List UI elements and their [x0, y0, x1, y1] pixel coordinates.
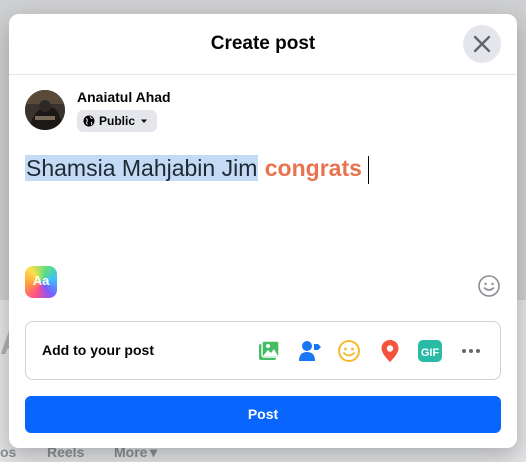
dialog-header: Create post: [9, 14, 517, 75]
post-text: congrats: [264, 155, 362, 181]
background-color-label: Aa: [32, 273, 50, 288]
user-name: Anaiatul Ahad: [77, 89, 171, 105]
add-to-post-label: Add to your post: [42, 342, 154, 358]
globe-icon: [83, 115, 95, 127]
close-icon: [473, 35, 491, 53]
more-icon[interactable]: [458, 338, 484, 364]
background-color-button[interactable]: Aa: [25, 266, 57, 298]
svg-text:GIF: GIF: [421, 347, 440, 359]
caret-down-icon: [141, 119, 148, 123]
privacy-label: Public: [99, 114, 136, 128]
privacy-selector[interactable]: Public: [77, 110, 158, 132]
tag-people-icon[interactable]: [297, 338, 323, 364]
text-caret: [367, 155, 370, 184]
photo-video-icon[interactable]: [255, 338, 281, 364]
location-icon[interactable]: [377, 338, 403, 364]
gif-icon[interactable]: GIF: [417, 338, 443, 364]
avatar[interactable]: [25, 90, 65, 130]
dialog-title: Create post: [210, 33, 316, 54]
feeling-icon[interactable]: [336, 338, 362, 364]
close-button[interactable]: [463, 25, 501, 63]
create-post-dialog: Create post Anaiatul Ahad Public Shamsia…: [9, 14, 517, 448]
add-to-post-panel: Add to your post GIF: [25, 321, 501, 380]
mention-tag: Shamsia Mahjabin Jim: [25, 155, 259, 181]
post-text-input[interactable]: Shamsia Mahjabin Jim congrats: [25, 152, 495, 188]
avatar-image: [25, 90, 65, 130]
post-button[interactable]: Post: [25, 396, 501, 433]
smiley-icon[interactable]: [477, 274, 501, 298]
